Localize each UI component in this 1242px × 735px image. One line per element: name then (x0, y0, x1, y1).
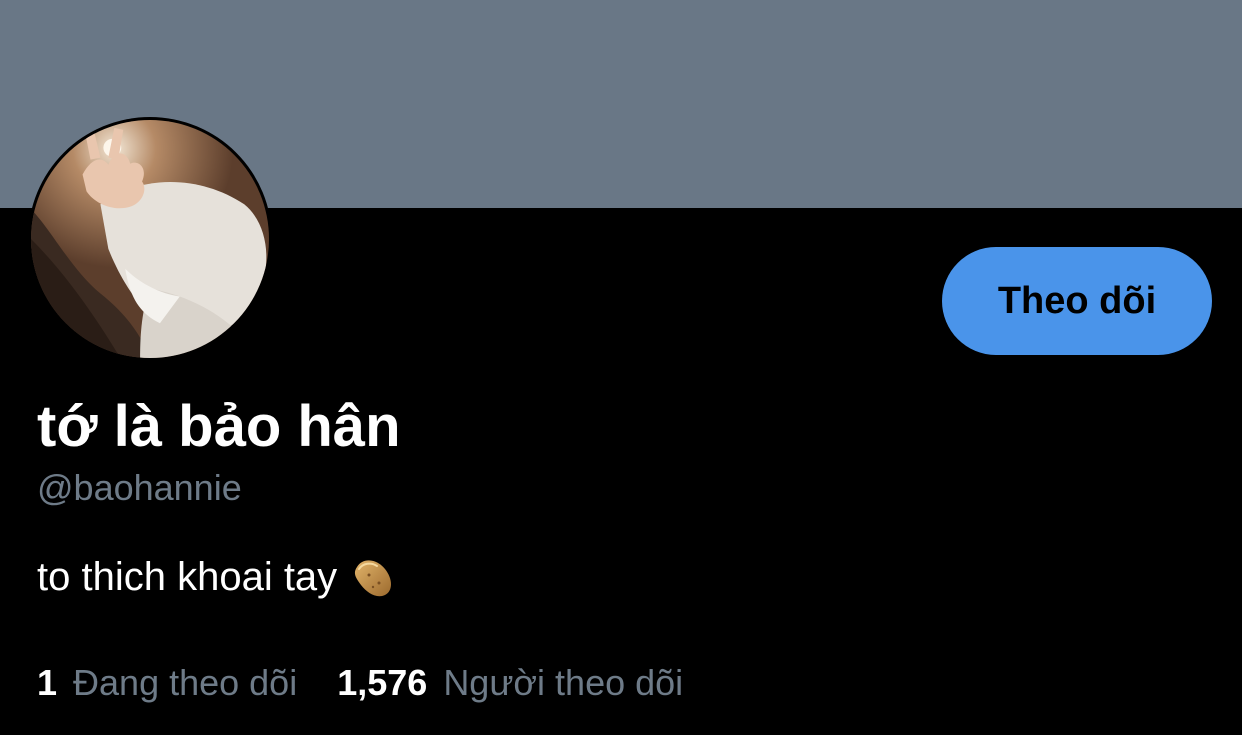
avatar-image (31, 120, 269, 358)
avatar-photo (31, 120, 269, 358)
follow-button[interactable]: Theo dõi (942, 247, 1212, 355)
followers-count: 1,576 (337, 662, 428, 703)
following-count: 1 (37, 662, 58, 703)
following-label: Đang theo dõi (73, 662, 298, 703)
bio-text: to thich khoai tay (37, 555, 338, 599)
potato-icon (349, 553, 397, 601)
followers-stat[interactable]: 1,576 Người theo dõi (337, 660, 683, 706)
avatar[interactable] (28, 117, 272, 361)
profile-page: Theo dõi tớ là bảo hân @baohannie to thi… (0, 0, 1242, 735)
display-name: tớ là bảo hân (37, 394, 401, 459)
followers-label: Người theo dõi (443, 662, 684, 703)
profile-bio: to thich khoai tay (37, 553, 397, 601)
username-handle: @baohannie (37, 467, 242, 508)
following-stat[interactable]: 1 Đang theo dõi (37, 660, 297, 706)
profile-stats: 1 Đang theo dõi 1,576 Người theo dõi (37, 660, 723, 706)
